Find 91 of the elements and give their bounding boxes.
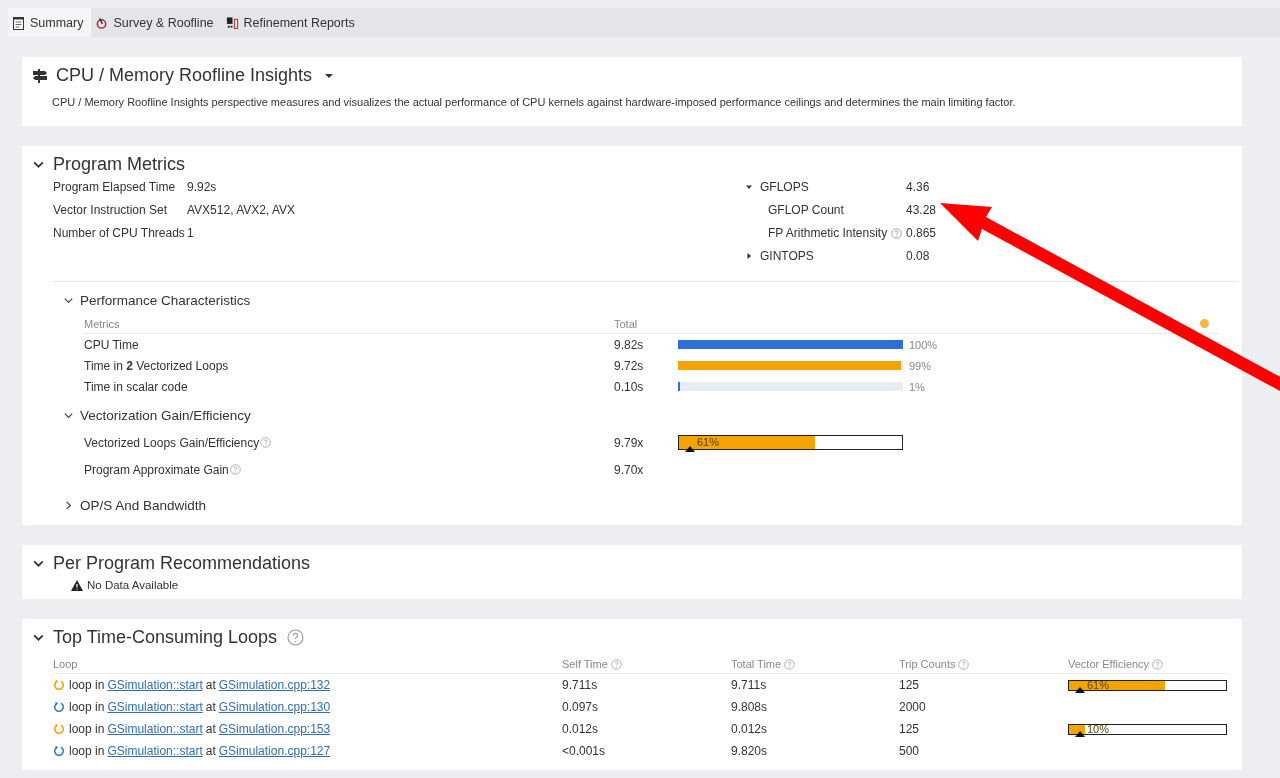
table-cell-text: 0.012s	[731, 722, 769, 736]
function-link[interactable]: GSimulation::start	[107, 744, 203, 758]
column-header[interactable]: Self Time	[562, 658, 608, 670]
table-cell-text: 0.012s	[562, 722, 600, 736]
expand-triangle-icon[interactable]	[746, 253, 752, 259]
table-cell-text: 9.820s	[731, 744, 769, 758]
metric-label: Number of CPU Threads	[53, 226, 186, 240]
section-title: Per Program Recommendations	[53, 552, 311, 574]
tab[interactable]: Refinement Reports	[221, 8, 363, 37]
metric-value: 9.70x	[614, 462, 645, 477]
metric-label: Vectorized Loops Gain/Efficiency	[84, 435, 260, 450]
percent-label: 1%	[909, 380, 925, 393]
loop-text: loop in	[69, 722, 105, 736]
dial-icon	[95, 15, 109, 30]
column-header: Total	[614, 317, 639, 330]
metric-value: 9.92s	[187, 180, 218, 194]
subsection-title: Vectorization Gain/Efficiency	[80, 407, 251, 423]
source-link[interactable]: GSimulation.cpp:153	[218, 722, 331, 736]
metric-label: FP Arithmetic Intensity	[768, 226, 888, 240]
metric-label: Program Approximate Gain	[84, 462, 229, 477]
table-cell-text: 125	[899, 678, 921, 692]
marker-icon	[1075, 730, 1085, 737]
metric-value: 0.10s	[614, 379, 645, 394]
metric-value: 9.79x	[614, 435, 645, 450]
table-cell-text: <0.001s	[562, 744, 607, 758]
function-link[interactable]: GSimulation::start	[107, 722, 203, 736]
table-cell-text: 2000	[899, 700, 927, 714]
loop-text: loop in	[69, 700, 105, 714]
loop-text: at	[205, 722, 216, 736]
column-header[interactable]: Loop	[53, 658, 78, 670]
percent-label: 99%	[909, 359, 932, 372]
loop-text: at	[205, 700, 216, 714]
column-header: Metrics	[84, 317, 121, 330]
clipboard-icon	[12, 15, 25, 30]
chevron-icon[interactable]	[63, 499, 74, 511]
empty-message: No Data Available	[87, 579, 179, 591]
source-link[interactable]: GSimulation.cpp:127	[218, 744, 331, 758]
metric-label: CPU Time	[84, 337, 140, 352]
function-link[interactable]: GSimulation::start	[107, 678, 203, 692]
metric-value: 4.36	[906, 180, 931, 194]
metric-label: Time in 2 Vectorized Loops	[84, 358, 230, 373]
metric-value: 0.08	[906, 249, 931, 263]
efficiency-label: 61%	[1087, 679, 1110, 691]
loop-text: loop in	[69, 744, 105, 758]
expand-triangle-icon[interactable]	[746, 184, 752, 190]
metric-value: 9.72s	[614, 358, 645, 373]
help-icon[interactable]	[287, 628, 305, 646]
perspective-title: CPU / Memory Roofline Insights	[56, 65, 313, 86]
signpost-icon	[32, 67, 48, 84]
table-cell-text: 125	[899, 722, 921, 736]
source-link[interactable]: GSimulation.cpp:132	[218, 678, 331, 692]
function-link[interactable]: GSimulation::start	[107, 700, 203, 714]
metric-label: GFLOP Count	[768, 203, 844, 217]
metric-label: Time in scalar code	[84, 379, 189, 394]
metric-label: Vector Instruction Set	[53, 203, 169, 217]
column-header[interactable]: Total Time	[731, 658, 782, 670]
metric-value: AVX512, AVX2, AVX	[187, 203, 297, 217]
perspective-description: CPU / Memory Roofline Insights perspective measures and visualizes the actual performance of CPU kernels against hardware-imposed performance ceilings and determines the main limiting factor.	[52, 96, 1017, 108]
metric-value: 1	[187, 226, 195, 240]
column-header[interactable]: Vector Efficiency	[1068, 658, 1150, 670]
report-icon	[225, 15, 239, 30]
tab[interactable]: Survey & Roofline	[91, 8, 222, 37]
metric-label: GFLOPS	[760, 180, 809, 194]
metric-label: GINTOPS	[760, 249, 814, 263]
warning-icon	[71, 579, 83, 591]
efficiency-label: 10%	[1087, 723, 1110, 735]
subsection-title: OP/S And Bandwidth	[80, 497, 207, 513]
caret-icon[interactable]	[324, 72, 335, 79]
marker-icon	[685, 446, 695, 452]
table-cell-text: 9.711s	[731, 678, 768, 692]
subsection-title: Performance Characteristics	[80, 292, 251, 308]
table-cell-text: 9.711s	[562, 678, 599, 692]
table-cell-text: 500	[899, 744, 921, 758]
loop-text: loop in	[69, 678, 105, 692]
metric-value: 43.28	[906, 203, 937, 217]
metric-value: 0.865	[906, 226, 937, 240]
section-title: Program Metrics	[53, 153, 186, 175]
percent-label: 100%	[909, 338, 938, 351]
section-title: Top Time-Consuming Loops	[53, 626, 278, 648]
metric-value: 9.82s	[614, 337, 645, 352]
metric-label: Program Elapsed Time	[53, 180, 177, 194]
status-dot	[1200, 319, 1209, 328]
loop-text: at	[205, 744, 216, 758]
table-cell-text: 9.808s	[731, 700, 769, 714]
marker-icon	[1075, 686, 1085, 693]
loop-text: at	[205, 678, 216, 692]
source-link[interactable]: GSimulation.cpp:130	[218, 700, 331, 714]
table-cell-text: 0.097s	[562, 700, 600, 714]
tab[interactable]: Summary	[8, 8, 92, 37]
efficiency-label: 61%	[697, 437, 720, 448]
column-header[interactable]: Trip Counts	[899, 658, 956, 670]
